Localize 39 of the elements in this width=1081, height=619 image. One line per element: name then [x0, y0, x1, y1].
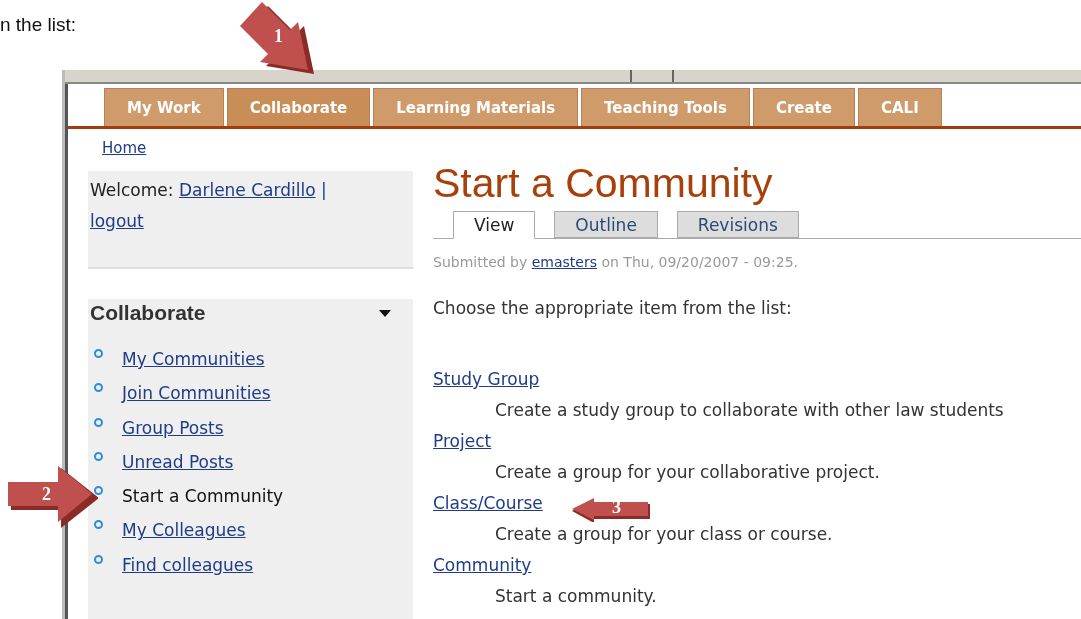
callout-number: 1: [274, 26, 283, 47]
submitted-date: on Thu, 09/20/2007 - 09:25.: [601, 254, 798, 270]
option-link[interactable]: Project: [433, 426, 492, 457]
intro-text: Choose the appropriate item from the list:: [433, 298, 793, 318]
sidebar-title: Collaborate: [90, 301, 206, 325]
submitted-label: Submitted by: [433, 254, 528, 270]
sidebar-item[interactable]: Start a Community: [122, 486, 284, 507]
bullet-icon: [94, 554, 103, 564]
sidebar-item[interactable]: Join Communities: [122, 383, 271, 404]
sidebar-item[interactable]: Group Posts: [122, 417, 224, 438]
callout-number: 2: [42, 484, 51, 505]
page-tab[interactable]: Revisions: [676, 211, 799, 238]
document-text: n the list:: [0, 14, 77, 36]
separator: |: [320, 180, 327, 200]
option-link[interactable]: Community: [433, 550, 532, 581]
page-tab[interactable]: View: [453, 211, 536, 239]
option-link[interactable]: Class/Course: [433, 488, 543, 519]
option-description: Create a study group to collaborate with other law students: [494, 399, 1005, 422]
welcome-label: Welcome:: [90, 180, 174, 200]
bullet-icon: [94, 520, 103, 530]
user-link[interactable]: Darlene Cardillo: [178, 180, 316, 200]
logout-link[interactable]: logout: [90, 211, 144, 231]
bullet-icon: [94, 349, 103, 358]
bullet-icon: [94, 417, 103, 427]
option-description: Create a group for your collaborative project.: [494, 461, 881, 484]
option-link[interactable]: Study Group: [433, 364, 540, 395]
option-description: Start a community.: [494, 585, 658, 608]
sidebar-item[interactable]: Unread Posts: [122, 451, 234, 472]
sidebar-item[interactable]: My Communities: [122, 349, 265, 369]
page-tab[interactable]: Outline: [554, 211, 658, 238]
author-link[interactable]: emasters: [531, 254, 597, 270]
collapse-icon[interactable]: [379, 309, 391, 317]
bullet-icon: [94, 451, 103, 461]
breadcrumb-link[interactable]: Home: [102, 139, 413, 157]
bullet-icon: [94, 383, 103, 393]
sidebar-item[interactable]: My Colleagues: [122, 520, 246, 541]
option-description: Create a group for your class or course.: [494, 523, 834, 546]
page-title: Start a Community: [433, 159, 774, 207]
sidebar-item[interactable]: Find colleagues: [122, 554, 254, 575]
